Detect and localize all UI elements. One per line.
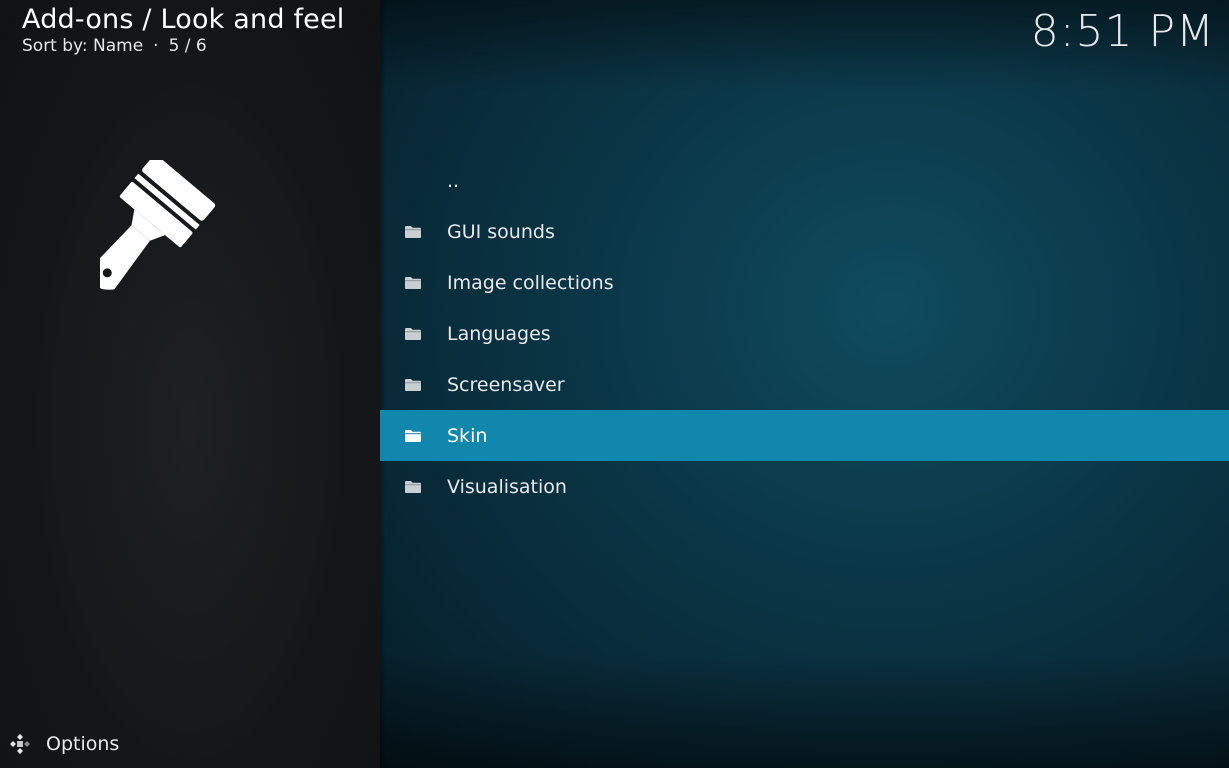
addon-category-list: .. GUI sounds Image collections Language… — [380, 155, 1229, 512]
list-item-label: GUI sounds — [447, 220, 555, 243]
clock: 8:51 PM — [1030, 6, 1215, 57]
list-item-label: .. — [447, 169, 460, 192]
list-item-label: Image collections — [447, 271, 614, 294]
app-window: Add-ons / Look and feel Sort by: Name · 5 … — [0, 0, 1229, 768]
list-item-label: Visualisation — [447, 475, 567, 498]
list-item-image-collections[interactable]: Image collections — [380, 257, 1229, 308]
list-item-skin[interactable]: Skin — [380, 410, 1229, 461]
list-item-label: Skin — [447, 424, 488, 447]
folder-icon — [405, 276, 421, 289]
left-panel: Add-ons / Look and feel Sort by: Name · 5 … — [0, 0, 380, 768]
separator: · — [153, 36, 159, 56]
folder-icon — [405, 429, 421, 442]
options-label: Options — [46, 733, 120, 755]
list-item-visualisation[interactable]: Visualisation — [380, 461, 1229, 512]
list-item-gui-sounds[interactable]: GUI sounds — [380, 206, 1229, 257]
folder-icon — [405, 378, 421, 391]
list-item-screensaver[interactable]: Screensaver — [380, 359, 1229, 410]
list-item-languages[interactable]: Languages — [380, 308, 1229, 359]
sort-label[interactable]: Sort by: Name — [22, 36, 143, 56]
folder-icon — [405, 327, 421, 340]
list-item-label: Languages — [447, 322, 551, 345]
sort-info: Sort by: Name · 5 / 6 — [22, 36, 207, 56]
options-icon — [10, 734, 30, 754]
list-item-parent[interactable]: .. — [380, 155, 1229, 206]
folder-icon — [405, 480, 421, 493]
breadcrumb: Add-ons / Look and feel — [22, 4, 345, 35]
list-item-label: Screensaver — [447, 373, 565, 396]
options-button[interactable]: Options — [8, 732, 119, 756]
item-position: 5 / 6 — [168, 36, 207, 56]
folder-icon — [405, 225, 421, 238]
paintbrush-icon — [100, 160, 216, 290]
